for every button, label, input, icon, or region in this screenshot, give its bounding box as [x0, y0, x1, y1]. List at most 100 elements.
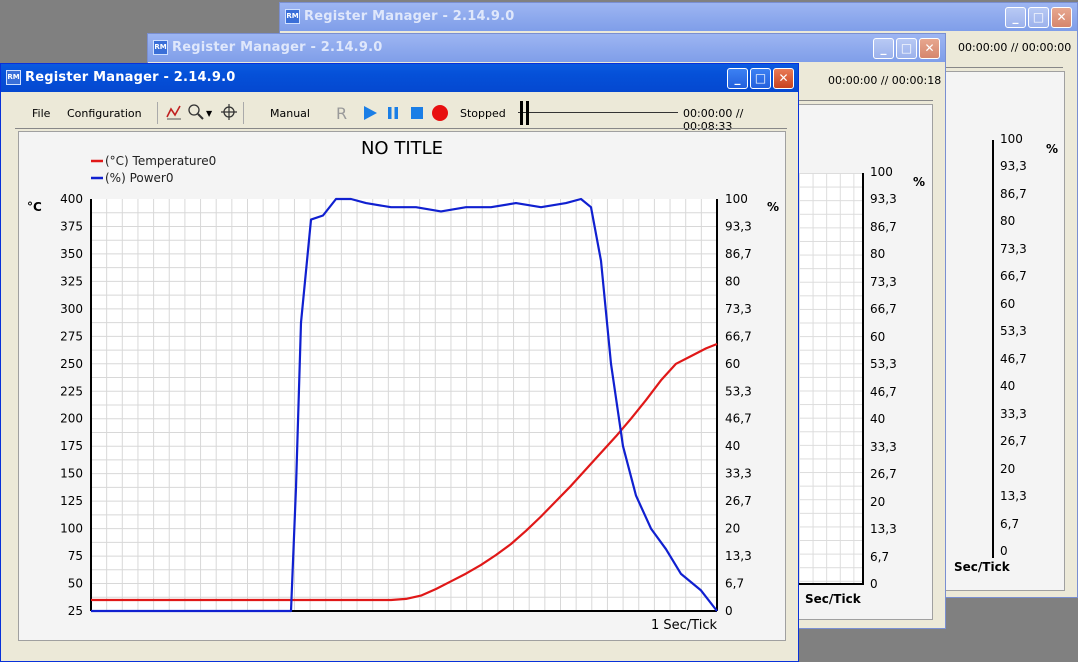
right-axis-tick-label: 53,3	[870, 357, 897, 372]
right-axis-tick-label: 6,7	[725, 577, 744, 591]
right-axis-tick-label: 60	[1000, 296, 1016, 311]
slider-thumb[interactable]	[520, 101, 530, 125]
pan-move-icon[interactable]	[220, 103, 238, 121]
close-button[interactable]: ✕	[1051, 7, 1072, 28]
right-axis-tick-label: 20	[725, 522, 740, 536]
right-axis-tick-label: 20	[1000, 461, 1016, 476]
window-title: Register Manager - 2.14.9.0	[25, 70, 236, 85]
timeline-slider[interactable]	[518, 101, 678, 125]
right-axis-tick-label: 46,7	[725, 412, 752, 426]
right-axis-tick-label: 33,3	[870, 439, 897, 454]
toolbar-separator	[157, 102, 158, 124]
time-readout: 00:00:00 // 00:00:00	[958, 41, 1072, 54]
left-axis-tick-label: 300	[60, 302, 83, 316]
x-axis-label: Sec/Tick	[805, 592, 861, 606]
right-axis-tick-label: 73,3	[1000, 241, 1027, 256]
chart-panel: 100 93,3 86,7 80 73,3 66,7 60 53,3 46,7 40 33,3 26,…	[798, 104, 933, 620]
title-bar[interactable]: RM Register Manager - 2.14.9.0 _ □ ✕	[280, 3, 1077, 31]
minimize-button[interactable]: _	[873, 38, 894, 59]
maximize-button[interactable]: □	[896, 38, 917, 59]
percent-unit-label: %	[913, 175, 926, 189]
left-axis-tick-label: 50	[68, 577, 83, 591]
minimize-button[interactable]: _	[727, 68, 748, 89]
pause-icon[interactable]	[385, 105, 401, 121]
percent-unit-label: %	[1046, 142, 1059, 156]
status-text: Stopped	[460, 107, 506, 120]
r-button[interactable]: R	[336, 104, 347, 123]
menu-file[interactable]: File	[32, 107, 50, 120]
right-axis-tick-label: 100	[1000, 132, 1023, 146]
right-axis-tick-label: 6,7	[1000, 516, 1020, 531]
right-axis-tick-label: 86,7	[870, 219, 897, 234]
right-axis-tick-label: 26,7	[1000, 434, 1027, 449]
minimize-button[interactable]: _	[1005, 7, 1026, 28]
left-axis-tick-label: 25	[68, 604, 83, 618]
right-axis-line	[862, 173, 864, 585]
right-axis-tick-label: 80	[725, 274, 740, 288]
right-axis-line	[992, 140, 994, 558]
maximize-button[interactable]: □	[750, 68, 771, 89]
right-axis-tick-label: 73,3	[725, 302, 752, 316]
close-button[interactable]: ✕	[919, 38, 940, 59]
left-axis-tick-label: 150	[60, 467, 83, 481]
right-axis-tick-label: 26,7	[870, 467, 897, 482]
toolbar-separator	[243, 102, 244, 124]
right-axis-tick-label: 80	[870, 247, 886, 262]
legend-label: (°C) Temperature0	[105, 154, 216, 168]
right-axis-tick-label: 13,3	[1000, 489, 1027, 504]
slider-track	[518, 112, 678, 113]
right-axis-tick-label: 40	[870, 412, 886, 427]
left-axis-tick-label: 225	[60, 384, 83, 398]
manual-mode-button[interactable]: Manual	[270, 107, 310, 120]
temperature-power-chart: NO TITLE40037535032530027525022520017515…	[27, 138, 779, 633]
left-axis-tick-label: 100	[60, 522, 83, 536]
right-axis-tick-label: 93,3	[870, 192, 897, 207]
toolbar: File Configuration ▼ Manual R Stopped 00…	[15, 100, 787, 133]
time-readout: 00:00:00 // 00:00:18	[828, 74, 942, 87]
left-axis-tick-label: 175	[60, 439, 83, 453]
chart-title: NO TITLE	[361, 138, 443, 159]
app-icon: RM	[153, 40, 168, 55]
toolbar-divider	[798, 100, 933, 101]
window-title: Register Manager - 2.14.9.0	[172, 40, 383, 55]
right-axis-tick-label: 46,7	[870, 384, 897, 399]
right-axis-tick-label: 100	[725, 192, 748, 206]
right-axis-tick-label: 26,7	[725, 494, 752, 508]
left-axis-unit-label: °C	[27, 200, 42, 214]
register-manager-window[interactable]: RM Register Manager - 2.14.9.0 _ □ ✕ Fil…	[0, 63, 799, 662]
left-axis-tick-label: 350	[60, 247, 83, 261]
right-axis-tick-label: 66,7	[725, 329, 752, 343]
close-button[interactable]: ✕	[773, 68, 794, 89]
right-axis-tick-label: 93,3	[725, 219, 752, 233]
legend-label: (%) Power0	[105, 171, 174, 185]
right-axis-tick-label: 13,3	[725, 549, 752, 563]
left-axis-tick-label: 400	[60, 192, 83, 206]
chart-settings-icon[interactable]	[165, 103, 183, 121]
zoom-dropdown-chevron-icon[interactable]: ▼	[206, 109, 212, 118]
right-axis-tick-label: 100	[870, 165, 893, 179]
right-axis-tick-label: 93,3	[1000, 159, 1027, 174]
app-icon: RM	[6, 70, 21, 85]
stop-icon[interactable]	[409, 105, 425, 121]
right-axis-tick-label: 53,3	[725, 384, 752, 398]
title-bar[interactable]: RM Register Manager - 2.14.9.0 _ □ ✕	[1, 64, 798, 92]
right-axis-tick-label: 40	[1000, 379, 1016, 394]
play-icon[interactable]	[362, 105, 378, 121]
left-axis-tick-label: 75	[68, 549, 83, 563]
right-axis-tick-label: 60	[870, 329, 886, 344]
menu-configuration[interactable]: Configuration	[67, 107, 142, 120]
zoom-icon[interactable]	[187, 103, 205, 121]
right-axis-tick-label: 73,3	[870, 274, 897, 289]
maximize-button[interactable]: □	[1028, 7, 1049, 28]
left-axis-tick-label: 275	[60, 329, 83, 343]
right-axis-tick-label: 66,7	[870, 302, 897, 317]
right-axis-tick-label: 33,3	[725, 467, 752, 481]
plot-area	[799, 173, 862, 585]
title-bar[interactable]: RM Register Manager - 2.14.9.0 _ □ ✕	[148, 34, 945, 62]
right-axis-tick-label: 33,3	[1000, 406, 1027, 421]
record-icon[interactable]	[431, 104, 449, 122]
left-axis-tick-label: 250	[60, 357, 83, 371]
right-axis-tick-label: 53,3	[1000, 324, 1027, 339]
window-title: Register Manager - 2.14.9.0	[304, 9, 515, 24]
right-axis-tick-label: 80	[1000, 214, 1016, 229]
